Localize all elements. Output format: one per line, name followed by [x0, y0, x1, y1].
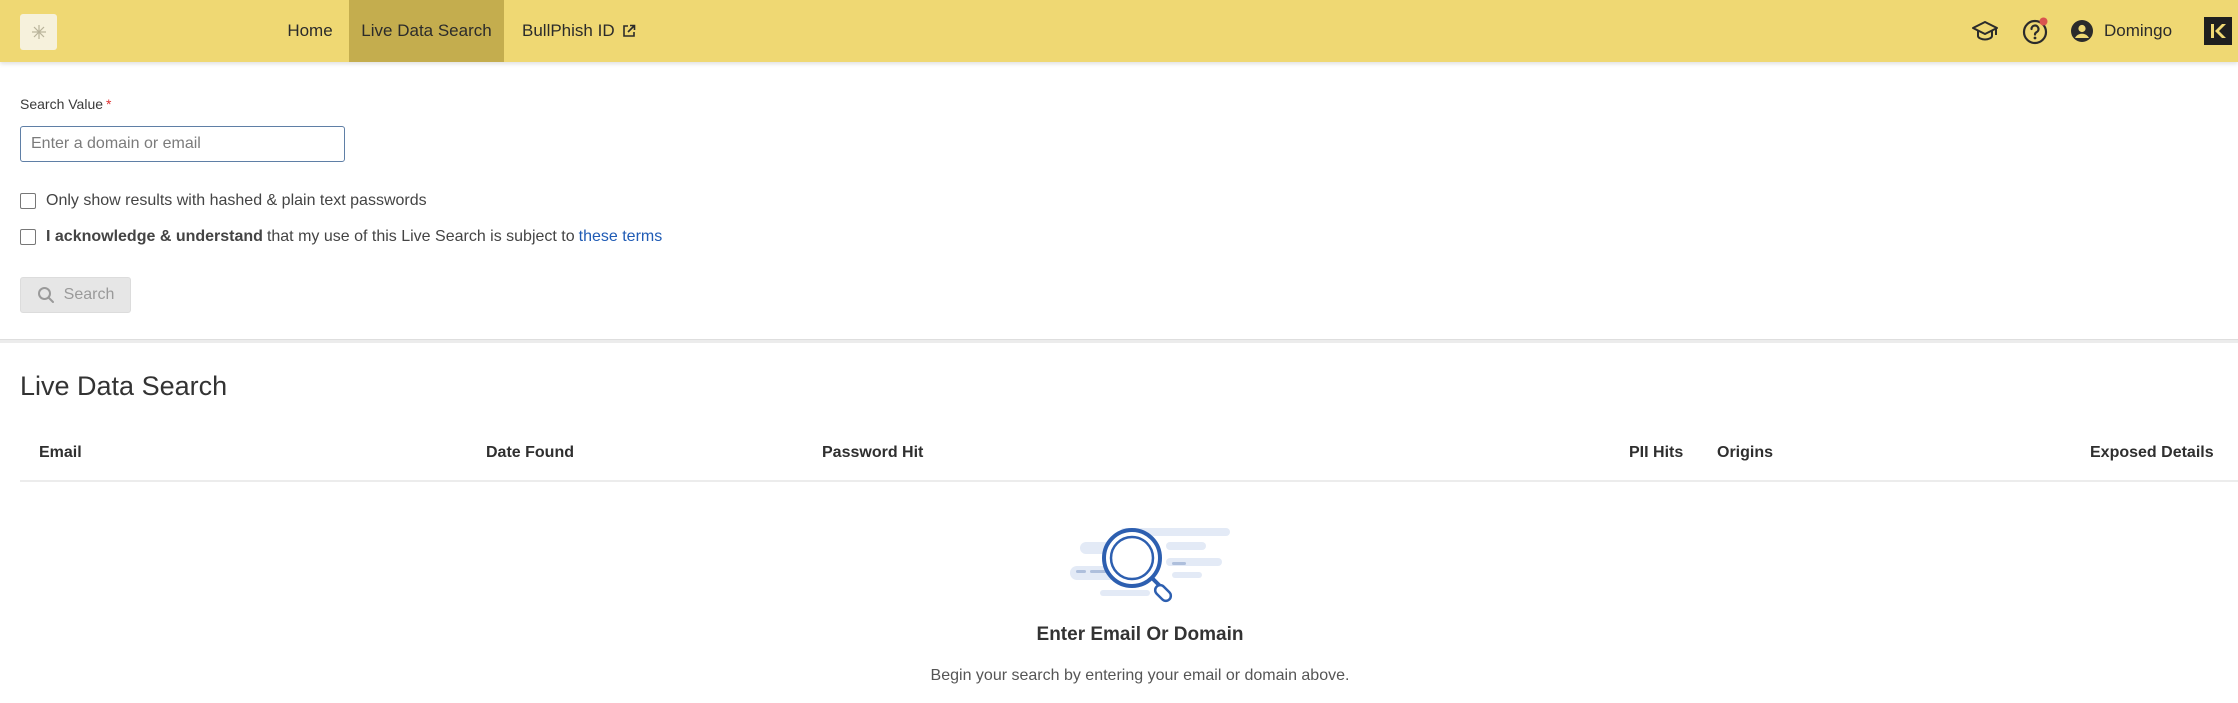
column-email[interactable]: Email: [39, 444, 82, 462]
search-icon: [37, 287, 54, 303]
account-icon: [2071, 20, 2093, 42]
kaseya-logo-icon: [2211, 24, 2226, 38]
logo-icon: [31, 25, 46, 39]
acknowledge-terms-checkbox[interactable]: [20, 229, 36, 245]
empty-state-title: Enter Email Or Domain: [1036, 624, 1244, 645]
column-date-found[interactable]: Date Found: [486, 444, 574, 462]
empty-state-illustration: [1040, 520, 1240, 610]
column-password-hit[interactable]: Password Hit: [822, 444, 923, 462]
password-filter-label: Only show results with hashed & plain te…: [46, 192, 427, 209]
nav-live-data-search[interactable]: Live Data Search: [349, 0, 504, 62]
training-button[interactable]: [1970, 16, 2000, 46]
external-link-icon: [622, 24, 635, 37]
column-origins[interactable]: Origins: [1717, 444, 1773, 462]
column-exposed-details[interactable]: Exposed Details: [2090, 444, 2214, 462]
results-title: Live Data Search: [20, 371, 228, 401]
search-value-label: Search Value *: [20, 96, 111, 112]
graduation-cap-icon: [1972, 21, 1998, 41]
notification-dot: [2039, 17, 2048, 26]
required-marker: *: [106, 96, 112, 112]
acknowledge-text: that my use of this Live Search is subje…: [266, 228, 575, 245]
search-value-label-text: Search Value: [20, 96, 104, 112]
nav-home-label: Home: [287, 21, 333, 40]
password-filter-option[interactable]: Only show results with hashed & plain te…: [20, 192, 427, 210]
password-filter-checkbox[interactable]: [20, 193, 36, 209]
search-button-label: Search: [63, 286, 115, 303]
results-table-header: Email Date Found Password Hit PII Hits O…: [20, 432, 2238, 482]
help-icon: [2022, 17, 2048, 45]
nav-live-data-search-label: Live Data Search: [361, 21, 492, 40]
empty-state-description: Begin your search by entering your email…: [930, 667, 1350, 684]
search-button[interactable]: Search: [20, 277, 131, 313]
nav-bullphish-id[interactable]: BullPhish ID: [512, 0, 636, 62]
user-name: Domingo: [2104, 21, 2173, 40]
column-pii-hits[interactable]: PII Hits: [1629, 444, 1683, 462]
search-input[interactable]: [20, 126, 345, 162]
nav-bullphish-id-label: BullPhish ID: [522, 21, 615, 40]
kaseya-logo-button[interactable]: [2204, 17, 2232, 45]
nav-home[interactable]: Home: [270, 0, 350, 62]
help-button[interactable]: [2020, 16, 2050, 46]
magnifier-illustration-icon: [1070, 528, 1230, 603]
terms-link[interactable]: these terms: [579, 228, 663, 246]
user-menu[interactable]: Domingo: [2070, 0, 2172, 62]
app-logo[interactable]: [20, 14, 57, 50]
acknowledge-terms-option[interactable]: I acknowledge & understand that my use o…: [20, 228, 662, 246]
section-divider: [0, 339, 2238, 343]
acknowledge-bold-text: I acknowledge & understand: [46, 228, 263, 245]
top-navigation-bar: Home Live Data Search BullPhish ID Domin…: [0, 0, 2238, 62]
